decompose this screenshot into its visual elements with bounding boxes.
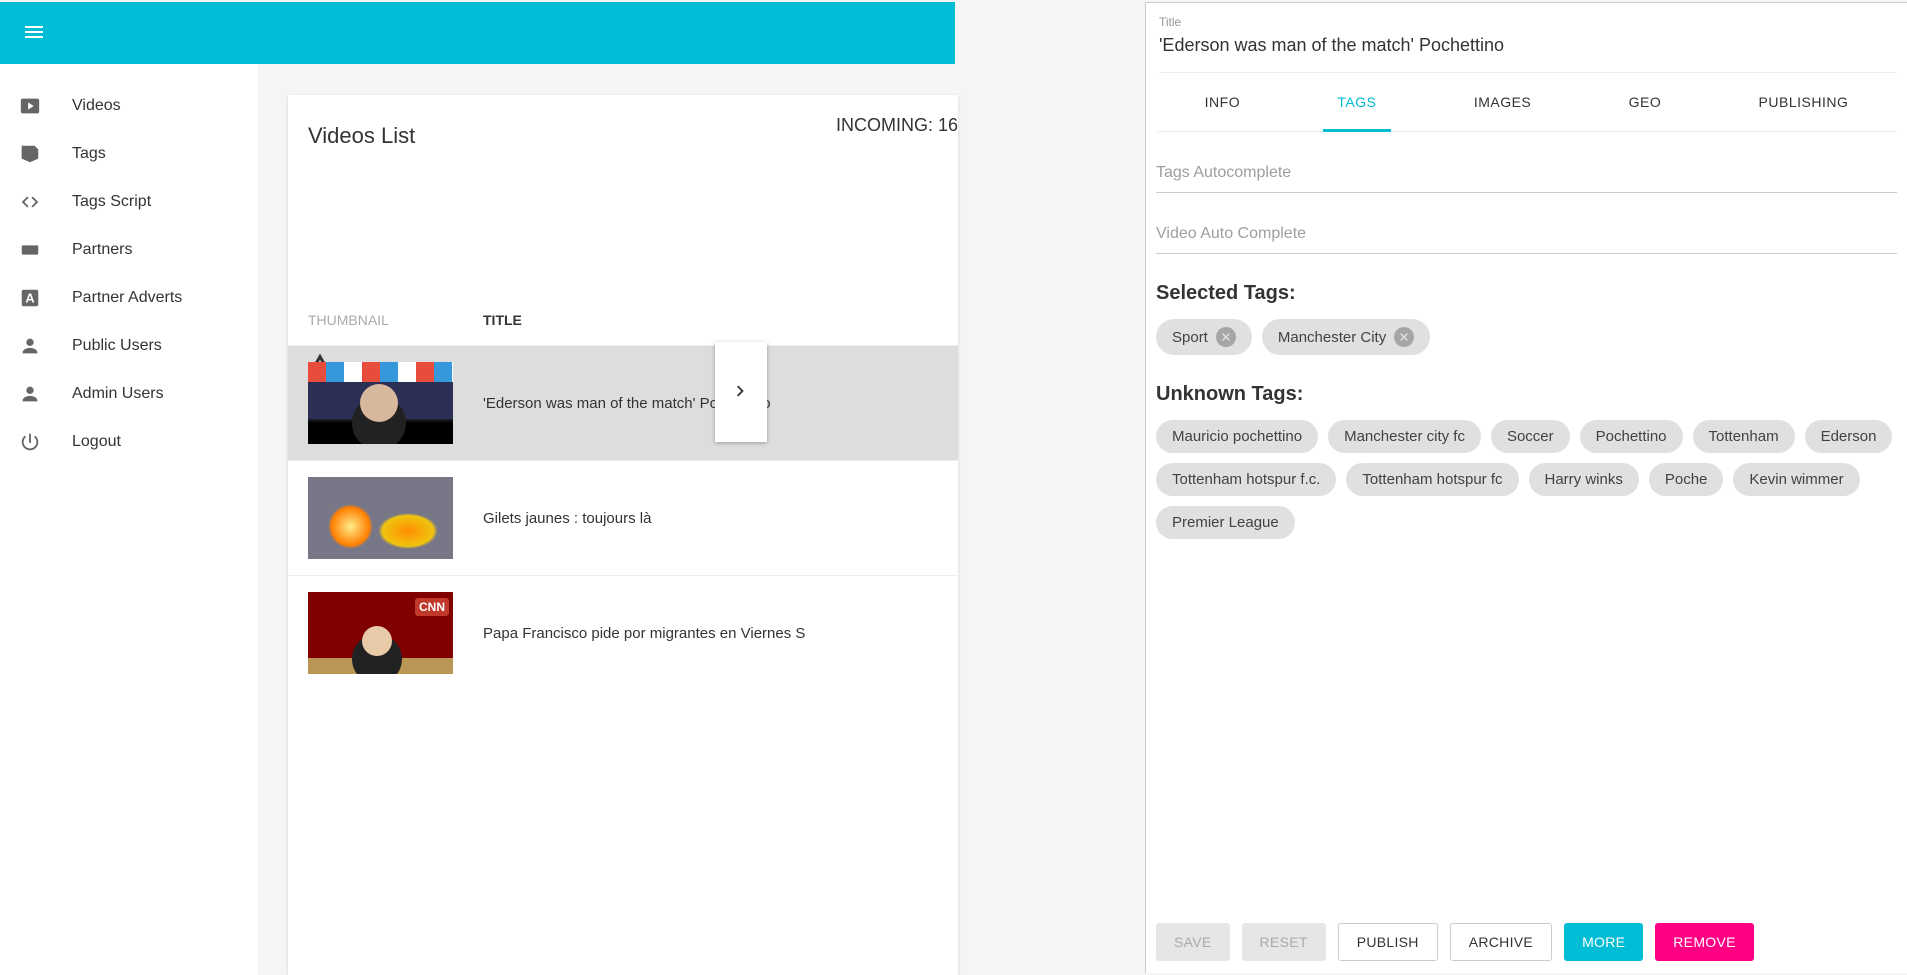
tag-chip[interactable]: Tottenham hotspur fc — [1346, 463, 1518, 496]
more-button[interactable]: MORE — [1564, 923, 1643, 961]
sidebar-item-partners[interactable]: Partners — [0, 226, 258, 274]
sidebar-item-label: Public Users — [72, 337, 162, 355]
tag-chip[interactable]: Manchester City — [1262, 319, 1430, 355]
chip-label: Pochettino — [1596, 428, 1667, 445]
title-value[interactable]: 'Ederson was man of the match' Pochettin… — [1159, 29, 1897, 73]
tabs: INFO TAGS IMAGES GEO PUBLISHING — [1156, 74, 1897, 132]
tab-tags[interactable]: TAGS — [1323, 75, 1390, 132]
save-button[interactable]: SAVE — [1156, 923, 1230, 961]
chip-label: Tottenham — [1709, 428, 1779, 445]
tag-chip[interactable]: Soccer — [1491, 420, 1570, 453]
unknown-tags-list: Mauricio pochettino Manchester city fc Soc… — [1156, 420, 1897, 539]
sidebar-item-logout[interactable]: Logout — [0, 418, 258, 466]
code-icon — [18, 190, 42, 214]
drawer-toggle[interactable] — [715, 342, 767, 442]
detail-drawer: Title 'Ederson was man of the match' Poc… — [1145, 2, 1907, 973]
chip-label: Soccer — [1507, 428, 1554, 445]
title-label: Title — [1159, 15, 1897, 29]
topbar — [0, 2, 955, 64]
remove-tag-icon[interactable] — [1394, 327, 1414, 347]
chip-label: Sport — [1172, 329, 1208, 346]
tag-chip[interactable]: Sport — [1156, 319, 1252, 355]
sidebar-item-label: Partner Adverts — [72, 289, 182, 307]
chip-label: Premier League — [1172, 514, 1279, 531]
adverts-icon: A — [18, 286, 42, 310]
tag-chip[interactable]: Poche — [1649, 463, 1724, 496]
chip-label: Harry winks — [1545, 471, 1623, 488]
tag-chip[interactable]: Tottenham — [1693, 420, 1795, 453]
partners-icon — [18, 238, 42, 262]
remove-tag-icon[interactable] — [1216, 327, 1236, 347]
table-row[interactable]: Papa Francisco pide por migrantes en Vie… — [288, 575, 958, 690]
publish-button[interactable]: PUBLISH — [1338, 923, 1438, 961]
row-title: Papa Francisco pide por migrantes en Vie… — [483, 625, 805, 642]
tag-chip[interactable]: Tottenham hotspur f.c. — [1156, 463, 1336, 496]
incoming-counter: INCOMING: 16 — [836, 115, 958, 136]
chevron-right-icon — [730, 380, 752, 405]
tag-icon — [18, 142, 42, 166]
chip-label: Mauricio pochettino — [1172, 428, 1302, 445]
sidebar-item-label: Logout — [72, 433, 121, 451]
chip-label: Manchester City — [1278, 329, 1386, 346]
tag-chip[interactable]: Manchester city fc — [1328, 420, 1481, 453]
thumbnail — [308, 362, 453, 444]
table-row[interactable]: 'Ederson was man of the match' Pochettin… — [288, 345, 958, 460]
column-title[interactable]: TITLE — [483, 312, 522, 328]
chip-label: Tottenham hotspur fc — [1362, 471, 1502, 488]
video-autocomplete-input[interactable] — [1156, 215, 1897, 254]
tags-autocomplete-input[interactable] — [1156, 154, 1897, 193]
remove-button[interactable]: REMOVE — [1655, 923, 1753, 961]
page-title: Videos List — [308, 123, 415, 149]
archive-button[interactable]: ARCHIVE — [1450, 923, 1552, 961]
thumbnail — [308, 477, 453, 559]
sidebar-item-tags[interactable]: Tags — [0, 130, 258, 178]
tab-publishing[interactable]: PUBLISHING — [1745, 75, 1863, 132]
tab-info[interactable]: INFO — [1191, 75, 1254, 132]
menu-icon[interactable] — [22, 20, 46, 47]
table-row[interactable]: Gilets jaunes : toujours là — [288, 460, 958, 575]
user-icon — [18, 334, 42, 358]
sidebar: Videos Tags Tags Script Partners A P — [0, 64, 258, 975]
sidebar-item-admin-users[interactable]: Admin Users — [0, 370, 258, 418]
user-icon — [18, 382, 42, 406]
unknown-tags-heading: Unknown Tags: — [1156, 383, 1897, 406]
action-bar: SAVE RESET PUBLISH ARCHIVE MORE REMOVE — [1156, 923, 1897, 961]
sidebar-item-label: Admin Users — [72, 385, 164, 403]
video-icon — [18, 94, 42, 118]
videos-list-panel: Videos List INCOMING: 16 THUMBNAIL TITLE… — [288, 95, 958, 975]
sidebar-item-videos[interactable]: Videos — [0, 82, 258, 130]
sidebar-item-label: Partners — [72, 241, 132, 259]
tag-chip[interactable]: Premier League — [1156, 506, 1295, 539]
chip-label: Kevin wimmer — [1749, 471, 1843, 488]
power-icon — [18, 430, 42, 454]
tab-images[interactable]: IMAGES — [1460, 75, 1545, 132]
thumbnail — [308, 592, 453, 674]
table-header: THUMBNAIL TITLE — [288, 295, 958, 345]
selected-tags-heading: Selected Tags: — [1156, 282, 1897, 305]
column-thumbnail[interactable]: THUMBNAIL — [308, 312, 483, 328]
chip-label: Tottenham hotspur f.c. — [1172, 471, 1320, 488]
row-title: Gilets jaunes : toujours là — [483, 510, 651, 527]
tag-chip[interactable]: Kevin wimmer — [1733, 463, 1859, 496]
sidebar-item-public-users[interactable]: Public Users — [0, 322, 258, 370]
tag-chip[interactable]: Ederson — [1805, 420, 1893, 453]
sidebar-item-label: Tags Script — [72, 193, 151, 211]
sidebar-item-label: Tags — [72, 145, 106, 163]
svg-text:A: A — [25, 291, 34, 306]
chip-label: Manchester city fc — [1344, 428, 1465, 445]
tag-chip[interactable]: Mauricio pochettino — [1156, 420, 1318, 453]
tag-chip[interactable]: Harry winks — [1529, 463, 1639, 496]
chip-label: Ederson — [1821, 428, 1877, 445]
sidebar-item-tags-script[interactable]: Tags Script — [0, 178, 258, 226]
tab-geo[interactable]: GEO — [1615, 75, 1676, 132]
reset-button[interactable]: RESET — [1242, 923, 1326, 961]
chip-label: Poche — [1665, 471, 1708, 488]
tag-chip[interactable]: Pochettino — [1580, 420, 1683, 453]
sidebar-item-partner-adverts[interactable]: A Partner Adverts — [0, 274, 258, 322]
selected-tags-list: Sport Manchester City — [1156, 319, 1897, 355]
sidebar-item-label: Videos — [72, 97, 121, 115]
